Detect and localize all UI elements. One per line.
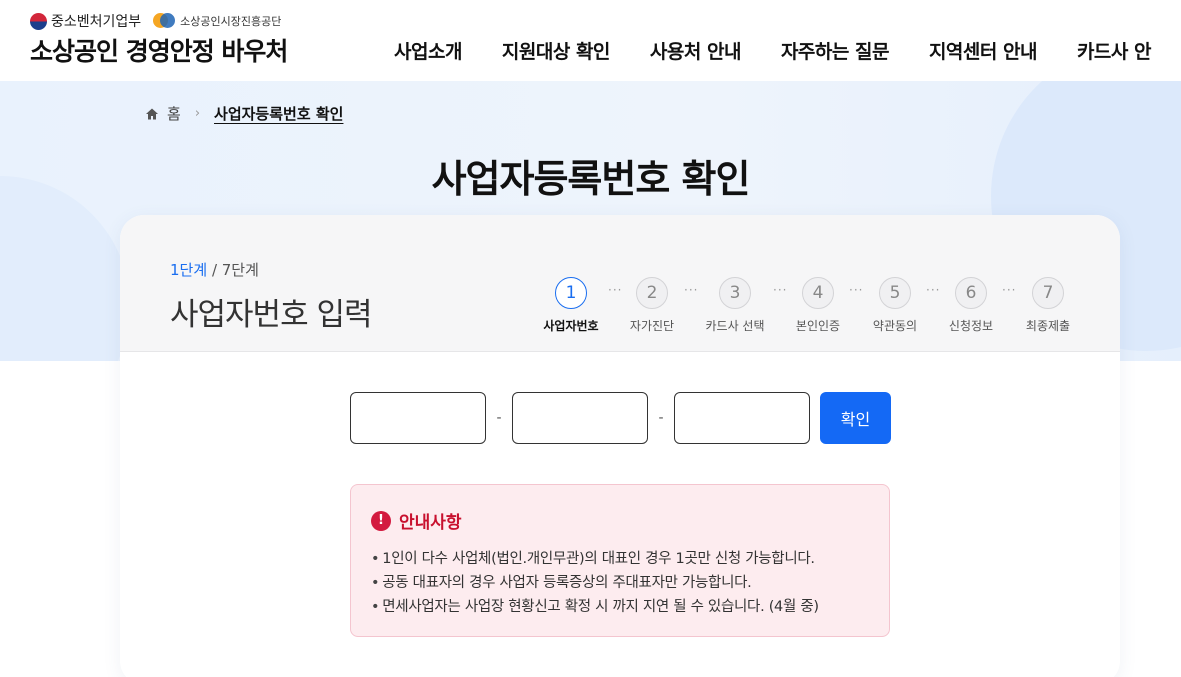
agency-logo-text: 소상공인시장진흥공단 [180, 15, 282, 28]
step-label: 자가진단 [629, 319, 675, 333]
step-number: 5 [879, 277, 911, 309]
step-1: 1 사업자번호 [531, 277, 611, 334]
step-number: 4 [802, 277, 834, 309]
step-title: 사업자번호 입력 [170, 297, 372, 333]
total-steps-text: / 7단계 [211, 261, 259, 279]
taegeuk-icon [30, 12, 47, 30]
step-label: 최종제출 [1025, 319, 1071, 333]
dash-separator: - [658, 410, 664, 426]
step-label: 사업자번호 [543, 319, 599, 333]
agency-logo[interactable]: 소상공인시장진흥공단 [153, 12, 281, 30]
current-step-text: 1단계 [170, 261, 208, 279]
notice-title: 안내사항 [399, 513, 462, 533]
site-header: 중소벤처기업부 소상공인시장진흥공단 소상공인 경영안정 바우처 사업소개 지원… [0, 0, 1181, 81]
notice-header: ! 안내사항 [371, 508, 462, 533]
breadcrumb-home[interactable]: 홈 [167, 103, 181, 124]
chevron-right-icon: › [194, 106, 201, 121]
step-number: 3 [719, 277, 751, 309]
business-number-part1-input[interactable] [350, 392, 486, 444]
nav-item-card-company[interactable]: 카드사 안 [1077, 37, 1152, 64]
step-label: 본인인증 [795, 319, 841, 333]
nav-item-usage-guide[interactable]: 사용처 안내 [650, 37, 742, 64]
business-number-form: - - 확인 [350, 392, 891, 444]
ministry-logo-text: 중소벤처기업부 [51, 14, 142, 30]
nav-item-regional-center[interactable]: 지역센터 안내 [929, 37, 1038, 64]
confirm-button[interactable]: 확인 [820, 392, 891, 444]
business-number-part2-input[interactable] [512, 392, 648, 444]
step-number: 6 [955, 277, 987, 309]
nav-item-business-intro[interactable]: 사업소개 [394, 37, 462, 64]
step-number: 7 [1032, 277, 1064, 309]
notice-item: 공동 대표자의 경우 사업자 등록증상의 주대표자만 가능합니다. [371, 571, 819, 595]
notice-list: 1인이 다수 사업체(법인.개인무관)의 대표인 경우 1곳만 신청 가능합니다… [371, 547, 819, 619]
breadcrumb-current[interactable]: 사업자등록번호 확인 [214, 103, 343, 124]
step-header: 1단계 / 7단계 사업자번호 입력 1 사업자번호 ··· 2 자가진단 ··… [120, 215, 1120, 352]
nav-item-eligibility-check[interactable]: 지원대상 확인 [502, 37, 611, 64]
semas-logo-icon [153, 12, 176, 30]
step-7: 7 최종제출 [1008, 277, 1088, 334]
logo-group[interactable]: 중소벤처기업부 소상공인시장진흥공단 [30, 11, 281, 31]
notice-item: 면세사업자는 사업장 현황신고 확정 시 까지 지연 될 수 있습니다. (4월… [371, 595, 819, 619]
breadcrumb: 홈 › 사업자등록번호 확인 [145, 103, 343, 124]
business-number-part3-input[interactable] [674, 392, 810, 444]
step-counter: 1단계 / 7단계 [170, 259, 259, 280]
notice-item: 1인이 다수 사업체(법인.개인무관)의 대표인 경우 1곳만 신청 가능합니다… [371, 547, 819, 571]
step-4: 4 본인인증 [778, 277, 858, 334]
site-title[interactable]: 소상공인 경영안정 바우처 [30, 32, 288, 68]
nav-item-faq[interactable]: 자주하는 질문 [781, 37, 890, 64]
alert-icon: ! [371, 510, 391, 531]
step-3: 3 카드사 선택 [695, 277, 775, 334]
main-nav: 사업소개 지원대상 확인 사용처 안내 자주하는 질문 지역센터 안내 카드사 … [394, 37, 1151, 64]
step-label: 약관동의 [872, 319, 918, 333]
step-5: 5 약관동의 [855, 277, 935, 334]
home-icon [146, 108, 158, 119]
step-number: 2 [636, 277, 668, 309]
step-label: 카드사 선택 [705, 319, 765, 333]
step-label: 신청정보 [948, 319, 994, 333]
dash-separator: - [496, 410, 502, 426]
step-number: 1 [555, 277, 587, 309]
step-6: 6 신청정보 [931, 277, 1011, 334]
page-title: 사업자등록번호 확인 [431, 157, 751, 201]
application-card: 1단계 / 7단계 사업자번호 입력 1 사업자번호 ··· 2 자가진단 ··… [120, 215, 1120, 677]
decorative-circle [0, 176, 130, 361]
step-2: 2 자가진단 [612, 277, 692, 334]
notice-box: ! 안내사항 1인이 다수 사업체(법인.개인무관)의 대표인 경우 1곳만 신… [350, 484, 890, 637]
progress-stepper: 1 사업자번호 ··· 2 자가진단 ··· 3 카드사 선택 ··· 4 본인… [540, 277, 1080, 337]
ministry-logo[interactable]: 중소벤처기업부 [30, 11, 141, 31]
